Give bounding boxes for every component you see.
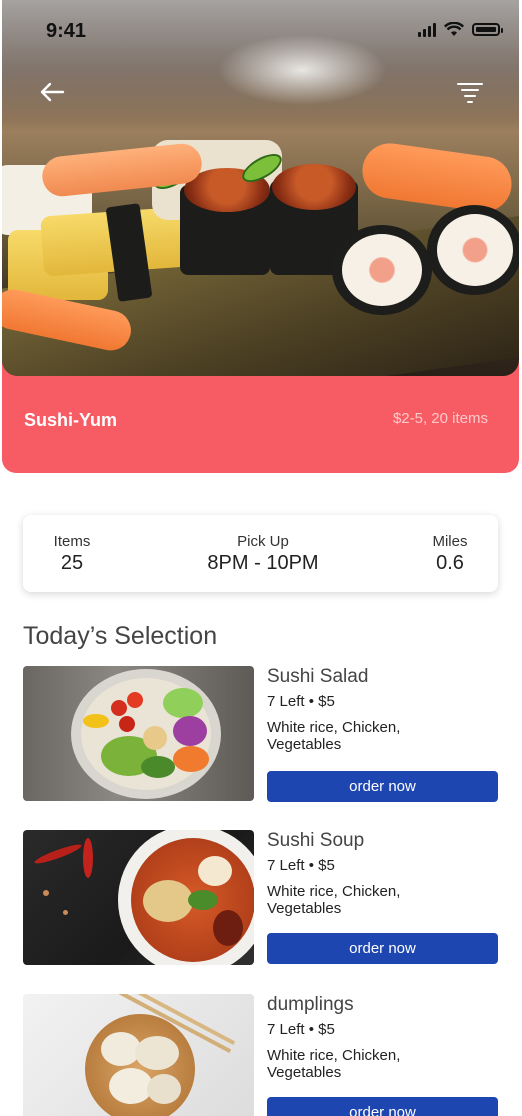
- section-title: Today’s Selection: [23, 622, 218, 650]
- pickup-stat: Pick Up 8PM - 10PM: [193, 533, 333, 575]
- status-time: 9:41: [46, 20, 87, 42]
- item-description: White rice, Chicken, Vegetables: [267, 1047, 401, 1081]
- menu-item: dumplings 7 Left • $5 White rice, Chicke…: [23, 994, 499, 1116]
- item-description: White rice, Chicken, Vegetables: [267, 883, 401, 917]
- item-name: dumplings: [267, 994, 354, 1015]
- menu-item: Sushi Salad 7 Left • $5 White rice, Chic…: [23, 666, 499, 806]
- battery-icon: [472, 23, 503, 36]
- item-meta: 7 Left • $5: [267, 857, 335, 874]
- miles-label: Miles: [432, 533, 468, 550]
- item-meta: 7 Left • $5: [267, 1021, 335, 1038]
- item-name: Sushi Soup: [267, 830, 365, 851]
- miles-value: 0.6: [436, 552, 464, 574]
- item-description: White rice, Chicken, Vegetables: [267, 719, 401, 753]
- restaurant-name: Sushi-Yum: [24, 410, 118, 430]
- dumplings-image: [23, 994, 254, 1116]
- status-bar: 9:41: [0, 0, 522, 60]
- sushi-salad-image: [23, 666, 254, 801]
- order-now-button[interactable]: order now: [267, 933, 498, 964]
- pickup-label: Pick Up: [237, 533, 289, 550]
- cellular-signal-icon: [418, 22, 436, 37]
- order-now-button[interactable]: order now: [267, 771, 498, 802]
- menu-item: Sushi Soup 7 Left • $5 White rice, Chick…: [23, 830, 499, 970]
- screen: 9:41 Sushi-Yum $2-5, 20 items Items 25 P…: [0, 0, 522, 1116]
- order-now-button[interactable]: order now: [267, 1097, 498, 1116]
- items-label: Items: [53, 533, 91, 550]
- pickup-value: 8PM - 10PM: [207, 552, 319, 574]
- item-name: Sushi Salad: [267, 666, 369, 687]
- wifi-icon: [444, 22, 464, 36]
- items-stat: Items 25: [51, 533, 93, 575]
- filter-icon: [457, 83, 483, 103]
- restaurant-meta: $2-5, 20 items: [392, 410, 488, 427]
- back-button[interactable]: [36, 78, 68, 106]
- info-card: Items 25 Pick Up 8PM - 10PM Miles 0.6: [23, 515, 498, 592]
- items-value: 25: [60, 552, 84, 574]
- sushi-soup-image: [23, 830, 254, 965]
- miles-stat: Miles 0.6: [428, 533, 472, 575]
- filter-button[interactable]: [454, 78, 486, 106]
- item-meta: 7 Left • $5: [267, 693, 335, 710]
- arrow-left-icon: [40, 82, 65, 102]
